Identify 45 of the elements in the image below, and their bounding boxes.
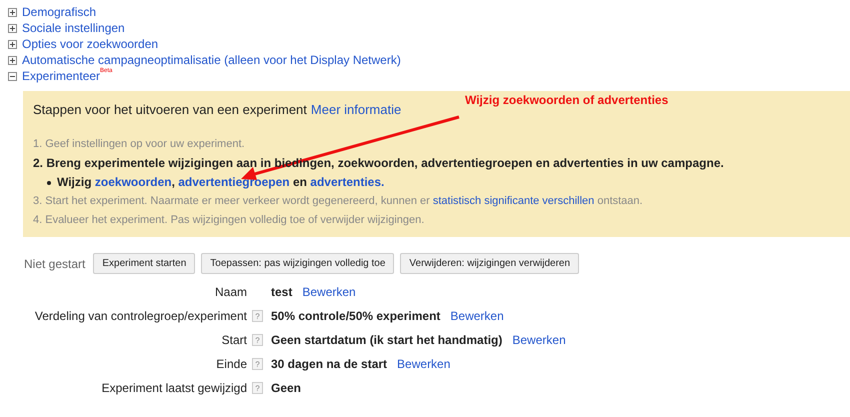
field-value: Geen <box>271 381 302 395</box>
bullet-item: Wijzig zoekwoorden, advertentiegroepen en advertenties. <box>57 174 384 191</box>
step-link[interactable]: zoekwoorden <box>94 175 172 189</box>
field-label: Verdeling van controlegroep/experiment <box>34 308 247 325</box>
step-link[interactable]: advertentiegroepen <box>178 175 290 189</box>
field-label: Experiment laatst gewijzigd <box>100 380 247 397</box>
annotation-text: Wijzig zoekwoorden of advertenties <box>465 93 668 107</box>
bullet-icon <box>47 180 51 184</box>
status-text: Niet gestart <box>24 256 86 270</box>
beta-label: Beta <box>100 68 112 74</box>
more-info-link[interactable]: Meer informatie <box>310 102 402 117</box>
field-value: 30 dagen na de start <box>271 357 388 371</box>
panel-title: Stappen voor het uitvoeren van een experiment <box>33 102 307 117</box>
expand-icon[interactable] <box>8 56 17 64</box>
step-text: 3. Start het experiment. Naarmate er meer verkeer wordt gegenereerd, kunnen er statistisch significante verschillen ontstaan. <box>33 194 643 209</box>
help-icon[interactable]: ? <box>252 334 263 346</box>
step-text: 1. Geef instellingen op voor uw experiment. <box>33 137 245 152</box>
section-link[interactable]: Demografisch <box>22 5 96 19</box>
field-value: Geen startdatum (ik start het handmatig) <box>271 333 502 347</box>
section-link[interactable]: Sociale instellingen <box>22 21 125 35</box>
collapse-icon[interactable] <box>8 72 17 80</box>
action-button[interactable]: Toepassen: pas wijzigingen volledig toe <box>201 253 394 274</box>
field-value: test <box>271 285 292 299</box>
help-icon[interactable]: ? <box>252 382 263 394</box>
step-link[interactable]: statistisch significante verschillen <box>432 195 594 207</box>
action-button[interactable]: Experiment starten <box>93 253 196 274</box>
expand-icon[interactable] <box>8 40 17 48</box>
section-link[interactable]: Experimenteer <box>22 69 100 83</box>
action-button[interactable]: Verwijderen: wijzigingen verwijderen <box>400 253 580 274</box>
field-label: Start <box>220 332 247 349</box>
section-link[interactable]: Automatische campagneoptimalisatie (alleen voor het Display Netwerk) <box>22 53 401 67</box>
field-value: 50% controle/50% experiment <box>271 309 440 323</box>
field-label: Naam <box>214 284 247 301</box>
expand-icon[interactable] <box>8 8 17 16</box>
step-text: 4. Evalueer het experiment. Pas wijzigingen volledig toe of verwijder wijzigingen. <box>33 213 424 228</box>
field-label: Einde <box>215 356 247 373</box>
help-icon[interactable]: ? <box>252 358 263 370</box>
help-icon[interactable]: ? <box>252 310 263 322</box>
step-link[interactable]: advertenties. <box>310 175 384 189</box>
section-link[interactable]: Opties voor zoekwoorden <box>22 37 158 51</box>
edit-link[interactable]: Bewerken <box>512 333 566 347</box>
expand-icon[interactable] <box>8 24 17 32</box>
edit-link[interactable]: Bewerken <box>302 285 356 299</box>
edit-link[interactable]: Bewerken <box>397 357 450 371</box>
edit-link[interactable]: Bewerken <box>450 309 504 323</box>
